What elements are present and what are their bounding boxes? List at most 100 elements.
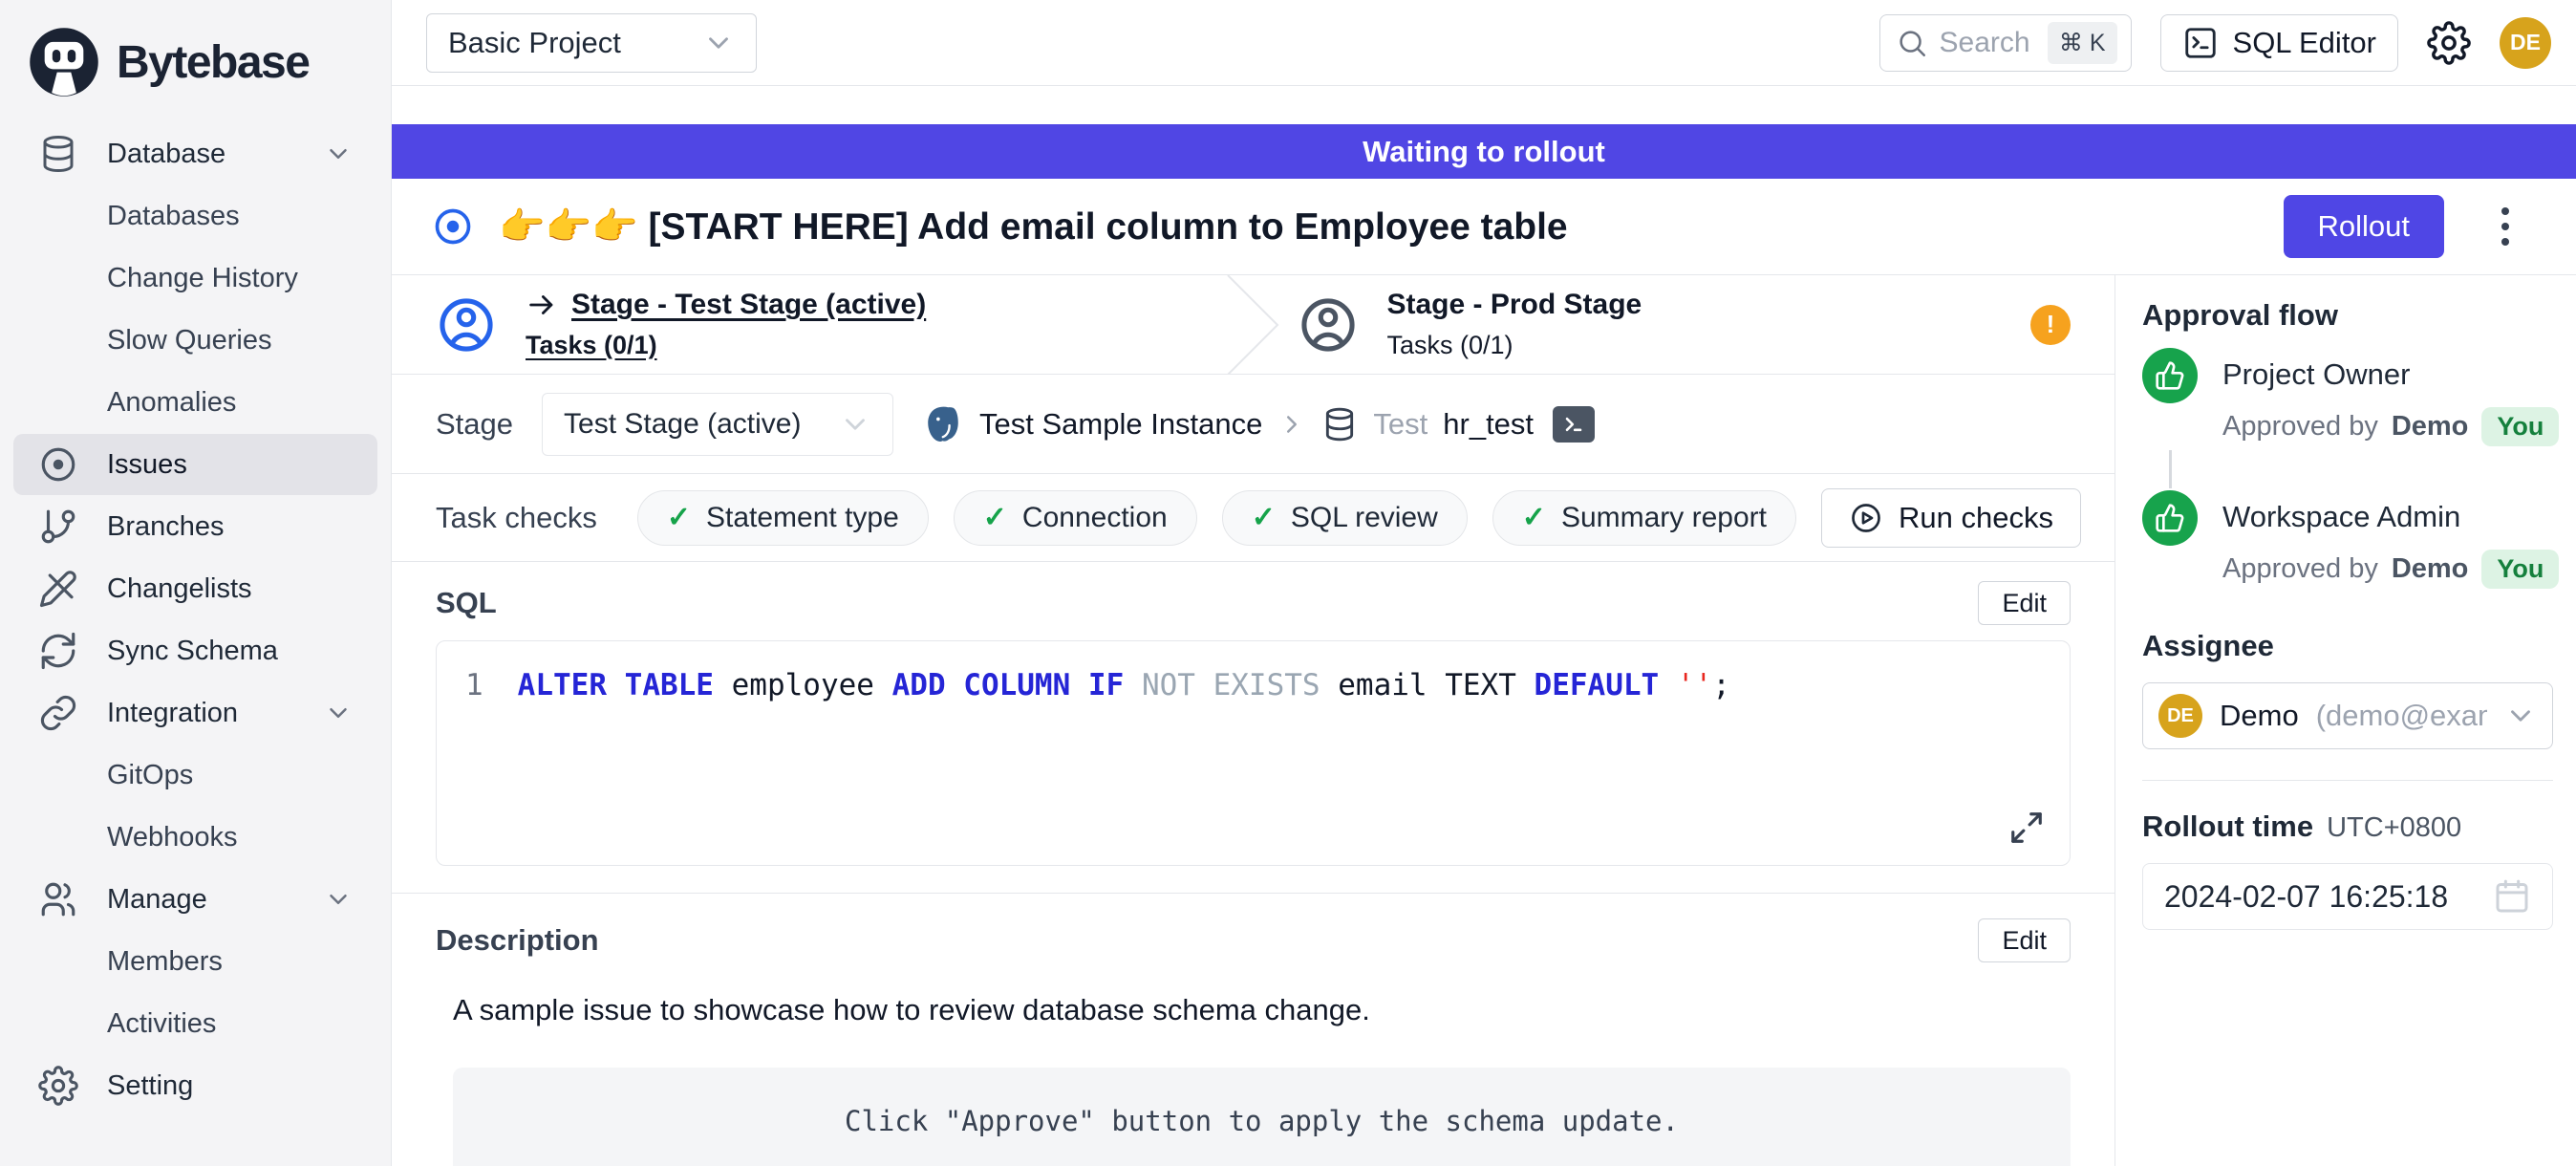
- stage-select-row: Stage Test Stage (active) Test Sample In…: [392, 375, 2114, 474]
- task-checks-row: Task checks ✓ Statement type ✓ Connectio…: [392, 474, 2114, 562]
- project-selector-value: Basic Project: [448, 26, 621, 60]
- settings-gear-icon[interactable]: [2427, 21, 2471, 65]
- user-circle-icon: [1298, 294, 1359, 356]
- link-icon: [38, 693, 78, 733]
- assignee-email: (demo@example: [2316, 699, 2487, 733]
- sidebar-item-gitops[interactable]: GitOps: [13, 745, 377, 806]
- stage-select[interactable]: Test Stage (active): [542, 393, 893, 456]
- warning-badge: !: [2030, 305, 2071, 345]
- sidebar-item-manage[interactable]: Manage: [13, 869, 377, 930]
- environment-name: Test: [1373, 407, 1428, 442]
- avatar[interactable]: DE: [2500, 17, 2551, 69]
- stage-tab-name: Stage - Prod Stage: [1387, 289, 1642, 321]
- rollout-time-input[interactable]: 2024-02-07 16:25:18: [2142, 863, 2553, 930]
- expand-icon[interactable]: [2008, 810, 2045, 846]
- assignee-avatar: DE: [2158, 694, 2202, 738]
- sidebar-item-integration[interactable]: Integration: [13, 682, 377, 744]
- postgresql-icon: [922, 403, 964, 445]
- content: Stage - Test Stage (active) Tasks (0/1) …: [392, 275, 2576, 1166]
- stage-select-value: Test Stage (active): [564, 408, 801, 441]
- sql-code-editor[interactable]: 1 ALTER TABLE employee ADD COLUMN IF NOT…: [436, 640, 2071, 866]
- topbar: Basic Project Search ⌘ K SQL Editor DE: [392, 0, 2576, 86]
- chevron-down-icon: [324, 140, 353, 168]
- stage-tab-prod[interactable]: Stage - Prod Stage Tasks (0/1) !: [1254, 275, 2115, 374]
- chevron-down-icon: [702, 27, 735, 59]
- brand-name: Bytebase: [117, 36, 309, 89]
- stage-tab-test[interactable]: Stage - Test Stage (active) Tasks (0/1): [392, 275, 1254, 374]
- open-sql-editor-icon[interactable]: [1553, 406, 1595, 443]
- sql-editor-label: SQL Editor: [2233, 26, 2376, 60]
- calendar-icon: [2493, 877, 2531, 916]
- approval-role: Project Owner: [2222, 348, 2559, 392]
- assignee-select[interactable]: DE Demo (demo@example: [2142, 682, 2553, 749]
- project-selector[interactable]: Basic Project: [426, 13, 757, 73]
- bytebase-logo[interactable]: Bytebase: [0, 17, 391, 122]
- sidebar-item-changelists[interactable]: Changelists: [13, 558, 377, 619]
- instance-name[interactable]: Test Sample Instance: [979, 407, 1262, 442]
- sql-heading: SQL: [436, 586, 497, 620]
- chevron-down-icon: [324, 699, 353, 727]
- check-pill-summary-report[interactable]: ✓ Summary report: [1492, 490, 1796, 546]
- pencil-icon: [38, 569, 78, 609]
- topbar-right: Search ⌘ K SQL Editor DE: [1879, 14, 2551, 72]
- sidebar-item-issues[interactable]: Issues: [13, 434, 377, 495]
- stage-label: Stage: [436, 407, 513, 442]
- check-icon: ✓: [1252, 501, 1276, 534]
- sidebar-item-sync-schema[interactable]: Sync Schema: [13, 620, 377, 681]
- sidebar-item-setting[interactable]: Setting: [13, 1055, 377, 1116]
- chevron-down-icon: [2504, 700, 2537, 732]
- stage-tab-tasks: Tasks (0/1): [1387, 331, 1513, 359]
- check-pill-sql-review[interactable]: ✓ SQL review: [1222, 490, 1468, 546]
- search-input[interactable]: Search ⌘ K: [1879, 14, 2132, 72]
- sidebar-item-anomalies[interactable]: Anomalies: [13, 372, 377, 433]
- description-text: A sample issue to showcase how to review…: [453, 993, 2071, 1027]
- sidebar-item-activities[interactable]: Activities: [13, 993, 377, 1054]
- sidebar-item-branches[interactable]: Branches: [13, 496, 377, 557]
- sidebar-item-database[interactable]: Database: [13, 123, 377, 184]
- thumbs-up-icon: [2142, 490, 2198, 546]
- play-circle-icon: [1849, 501, 1883, 535]
- chevron-down-icon: [324, 885, 353, 914]
- sidebar-item-databases[interactable]: Databases: [13, 185, 377, 247]
- description-heading: Description: [436, 923, 599, 958]
- stage-tab-tasks: Tasks (0/1): [526, 331, 657, 359]
- approval-flow-heading: Approval flow: [2142, 298, 2553, 333]
- issue-status-icon: [432, 205, 474, 248]
- git-branch-icon: [38, 507, 78, 547]
- sidebar-item-members[interactable]: Members: [13, 931, 377, 992]
- database-name[interactable]: hr_test: [1443, 407, 1534, 442]
- rollout-timezone: UTC+0800: [2327, 812, 2461, 844]
- approval-step: Project Owner Approved by Demo You: [2142, 348, 2553, 446]
- database-icon: [1321, 406, 1358, 443]
- terminal-icon: [2182, 25, 2219, 61]
- run-checks-button[interactable]: Run checks: [1821, 488, 2081, 548]
- user-circle-icon: [436, 294, 497, 356]
- approval-connector: [2169, 450, 2172, 488]
- sql-editor-button[interactable]: SQL Editor: [2160, 14, 2398, 72]
- search-placeholder: Search: [1940, 27, 2030, 59]
- issue-sidebar: Approval flow Project Owner Approved by …: [2114, 275, 2576, 1166]
- approval-step: Workspace Admin Approved by Demo You: [2142, 490, 2553, 589]
- thumbs-up-icon: [2142, 348, 2198, 403]
- description-edit-button[interactable]: Edit: [1978, 918, 2071, 962]
- bytebase-logo-icon: [27, 25, 101, 99]
- search-icon: [1896, 27, 1928, 59]
- you-badge: You: [2481, 407, 2559, 446]
- database-breadcrumb: Test Sample Instance Test hr_test: [922, 403, 1595, 445]
- rollout-button[interactable]: Rollout: [2284, 195, 2445, 258]
- check-icon: ✓: [1522, 501, 1546, 534]
- arrow-right-icon: [526, 289, 558, 321]
- check-pill-statement-type[interactable]: ✓ Statement type: [637, 490, 929, 546]
- sql-edit-button[interactable]: Edit: [1978, 581, 2071, 625]
- check-pill-connection[interactable]: ✓ Connection: [954, 490, 1197, 546]
- sql-section: SQL Edit 1 ALTER TABLE employee ADD COLU…: [392, 562, 2114, 894]
- approval-role: Workspace Admin: [2222, 490, 2559, 534]
- sidebar-item-webhooks[interactable]: Webhooks: [13, 807, 377, 868]
- stage-tab-name: Stage - Test Stage (active): [571, 289, 926, 321]
- rollout-time-heading: Rollout time: [2142, 810, 2313, 844]
- sidebar-item-slow-queries[interactable]: Slow Queries: [13, 310, 377, 371]
- kebab-menu-icon[interactable]: [2486, 205, 2524, 248]
- sidebar-item-change-history[interactable]: Change History: [13, 248, 377, 309]
- gear-icon: [38, 1066, 78, 1106]
- approver-name: Demo: [2392, 553, 2469, 585]
